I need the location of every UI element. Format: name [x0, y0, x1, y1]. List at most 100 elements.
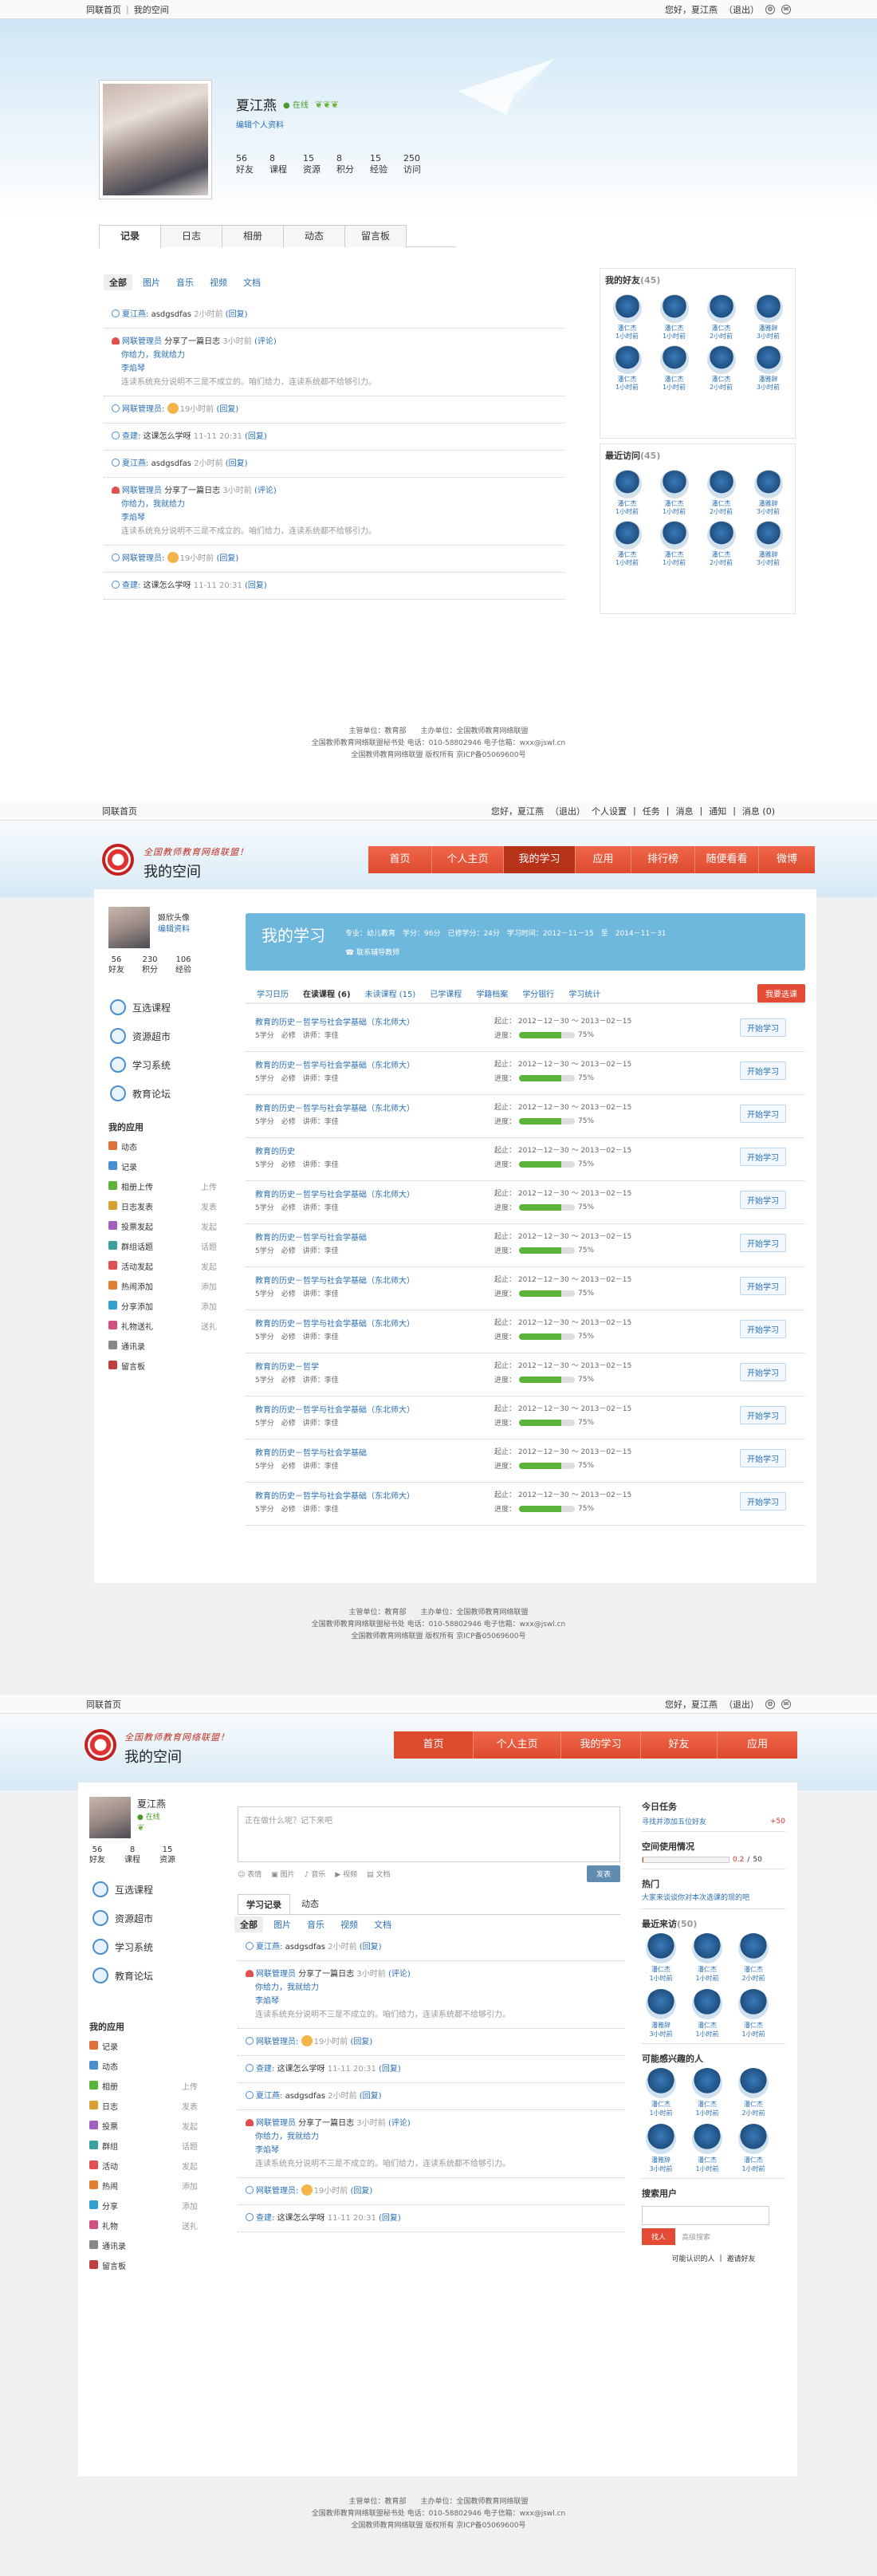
- menu-forum[interactable]: 教育论坛: [89, 1961, 209, 1990]
- nav-apps[interactable]: 应用: [576, 846, 631, 873]
- person-avatar[interactable]: [646, 2068, 676, 2098]
- course-name[interactable]: 教育的历史－哲学与社会学基础（东北师大）: [255, 1274, 415, 1286]
- filter-video[interactable]: 视频: [204, 274, 233, 290]
- filter-all[interactable]: 全部: [104, 274, 132, 290]
- nav-browse[interactable]: 随便看看: [695, 846, 759, 873]
- nav-study[interactable]: 我的学习: [561, 1731, 641, 1759]
- friend-item[interactable]: 潘雅辞 3小时前: [746, 294, 790, 341]
- app-item[interactable]: 留言板: [89, 2255, 209, 2275]
- nav-rank[interactable]: 排行榜: [631, 846, 695, 873]
- message-link[interactable]: 消息: [675, 805, 693, 817]
- app-item[interactable]: 相册上传 上传: [108, 1176, 228, 1196]
- settings-icon[interactable]: ⚙: [765, 1699, 775, 1709]
- edit-profile-link[interactable]: 编辑个人资料: [236, 118, 284, 130]
- course-name[interactable]: 教育的历史－哲学与社会学基础（东北师大）: [255, 1015, 415, 1027]
- friend-avatar[interactable]: [706, 470, 736, 498]
- nav-apps[interactable]: 应用: [718, 1731, 797, 1759]
- tab-finished[interactable]: 已学课程: [430, 987, 462, 999]
- logout-link[interactable]: （退出）: [724, 3, 759, 16]
- menu-forum[interactable]: 教育论坛: [107, 1079, 226, 1108]
- friend-item[interactable]: 潘仁杰 1小时前: [652, 294, 696, 341]
- course-name[interactable]: 教育的历史－哲学与社会学基础（东北师大）: [255, 1489, 415, 1501]
- course-name[interactable]: 教育的历史－哲学与社会学基础（东北师大）: [255, 1101, 415, 1113]
- person-avatar[interactable]: [738, 2068, 769, 2098]
- avatar[interactable]: [89, 1797, 131, 1838]
- app-item[interactable]: 热闹添加 添加: [108, 1276, 228, 1296]
- menu-resources[interactable]: 资源超市: [107, 1022, 226, 1050]
- stat-visits[interactable]: 250 访问: [403, 153, 421, 175]
- notice-link[interactable]: 通知: [709, 805, 726, 817]
- message-icon[interactable]: ✉: [781, 4, 791, 14]
- person-avatar[interactable]: [738, 2124, 769, 2154]
- nav-study[interactable]: 我的学习: [504, 846, 576, 873]
- person-item[interactable]: 潘雅辞 3小时前: [642, 1989, 680, 2038]
- person-avatar[interactable]: [738, 1933, 769, 1964]
- my-space-link[interactable]: 我的空间: [134, 3, 169, 16]
- app-item[interactable]: 活动 发起: [89, 2156, 209, 2176]
- person-item[interactable]: 潘仁杰 1小时前: [642, 1933, 680, 1983]
- start-study-button[interactable]: 开始学习: [740, 1449, 786, 1467]
- start-study-button[interactable]: 开始学习: [740, 1148, 786, 1166]
- friend-avatar[interactable]: [706, 345, 736, 374]
- friend-avatar[interactable]: [753, 521, 783, 549]
- tab-stats[interactable]: 学习统计: [568, 987, 600, 999]
- app-item[interactable]: 留言板: [108, 1356, 228, 1376]
- app-item[interactable]: 动态: [89, 2056, 209, 2076]
- app-item[interactable]: 日志 发表: [89, 2096, 209, 2116]
- friend-avatar[interactable]: [753, 345, 783, 374]
- person-item[interactable]: 潘仁杰 2小时前: [734, 1933, 773, 1983]
- app-item[interactable]: 动态: [108, 1136, 228, 1156]
- find-button[interactable]: 找人: [642, 2228, 676, 2245]
- image-tool[interactable]: ▣ 图片: [271, 1869, 294, 1879]
- home-link[interactable]: 同联首页: [86, 1698, 121, 1711]
- person-item[interactable]: 潘仁杰 1小时前: [688, 1933, 726, 1983]
- settings-link[interactable]: 个人设置: [592, 805, 627, 817]
- doc-tool[interactable]: ▤ 文档: [367, 1869, 390, 1879]
- friend-avatar[interactable]: [659, 521, 689, 549]
- app-item[interactable]: 分享 添加: [89, 2196, 209, 2216]
- app-item[interactable]: 投票 发起: [89, 2116, 209, 2136]
- logo[interactable]: [85, 1729, 116, 1761]
- visitor-item[interactable]: 潘仁杰 2小时前: [699, 521, 743, 567]
- task-link[interactable]: 任务: [643, 805, 660, 817]
- nav-friends[interactable]: 好友: [641, 1731, 718, 1759]
- app-item[interactable]: 礼物送礼 送礼: [108, 1316, 228, 1336]
- tab-records[interactable]: 学籍档案: [476, 987, 508, 999]
- menu-elective[interactable]: 互选课程: [107, 993, 226, 1022]
- task-link[interactable]: 寻找并添加五位好友: [642, 1816, 706, 1826]
- person-avatar[interactable]: [692, 2124, 722, 2154]
- message-count-link[interactable]: 消息 (0): [742, 805, 775, 817]
- visitor-item[interactable]: 潘仁杰 2小时前: [699, 470, 743, 516]
- start-study-button[interactable]: 开始学习: [740, 1406, 786, 1424]
- start-study-button[interactable]: 开始学习: [740, 1363, 786, 1381]
- video-tool[interactable]: ▶ 视频: [335, 1869, 357, 1879]
- course-name[interactable]: 教育的历史－哲学与社会学基础（东北师大）: [255, 1188, 415, 1199]
- friend-avatar[interactable]: [706, 521, 736, 549]
- tab-blog[interactable]: 日志: [160, 225, 222, 247]
- menu-study-system[interactable]: 学习系统: [89, 1932, 209, 1961]
- app-item[interactable]: 记录: [89, 2036, 209, 2056]
- course-name[interactable]: 教育的历史: [255, 1144, 295, 1156]
- visitor-item[interactable]: 潘雅辞 3小时前: [746, 470, 790, 516]
- stat-experience[interactable]: 15 经验: [370, 153, 387, 175]
- home-link[interactable]: 同联首页: [102, 805, 137, 817]
- visitor-item[interactable]: 潘雅辞 3小时前: [746, 521, 790, 567]
- visitor-item[interactable]: 潘仁杰 1小时前: [605, 521, 649, 567]
- app-item[interactable]: 记录: [108, 1156, 228, 1176]
- avatar[interactable]: [108, 907, 150, 948]
- start-study-button[interactable]: 开始学习: [740, 1062, 786, 1080]
- person-avatar[interactable]: [692, 1989, 722, 2019]
- person-avatar[interactable]: [646, 1989, 676, 2019]
- person-avatar[interactable]: [646, 1933, 676, 1964]
- start-study-button[interactable]: 开始学习: [740, 1191, 786, 1209]
- home-link[interactable]: 同联首页: [86, 3, 121, 16]
- person-item[interactable]: 潘雅辞 3小时前: [642, 2124, 680, 2173]
- nav-profile[interactable]: 个人主页: [474, 1731, 561, 1759]
- post-button[interactable]: 发表: [586, 1865, 620, 1882]
- visitor-item[interactable]: 潘仁杰 1小时前: [652, 470, 696, 516]
- start-study-button[interactable]: 开始学习: [740, 1492, 786, 1511]
- visitor-item[interactable]: 潘仁杰 1小时前: [652, 521, 696, 567]
- tab-credit-bank[interactable]: 学分银行: [522, 987, 554, 999]
- avatar[interactable]: [99, 80, 212, 199]
- friend-item[interactable]: 潘仁杰 1小时前: [652, 345, 696, 392]
